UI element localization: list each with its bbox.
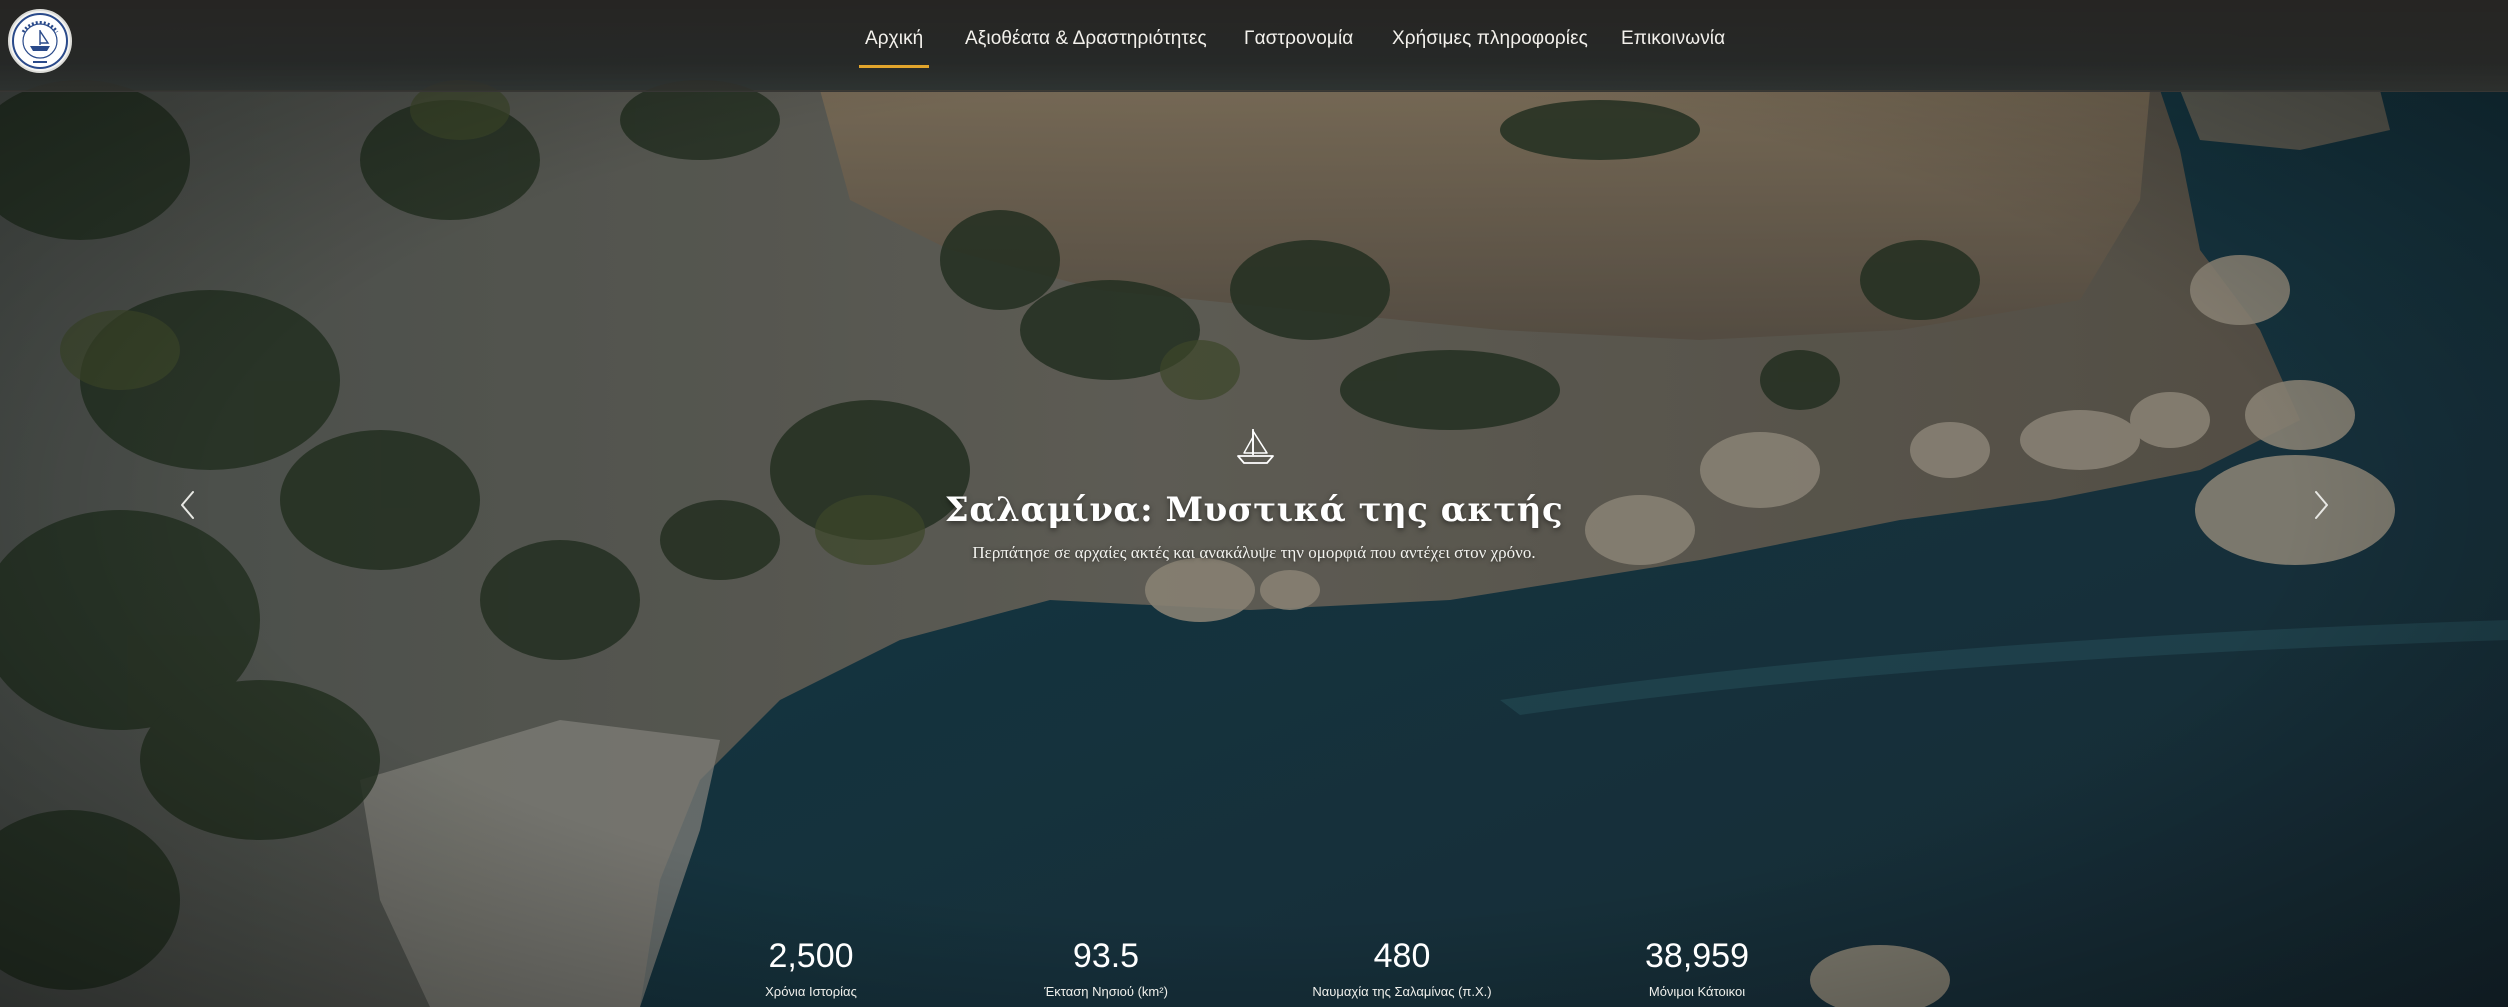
stat-label: Ναυμαχία της Σαλαμίνας (π.Χ.) bbox=[1312, 984, 1492, 999]
nav-item-contact[interactable]: Επικοινωνία bbox=[1621, 28, 1725, 68]
stat-island-area: 93.5 Έκταση Νησιού (km²) bbox=[976, 936, 1236, 999]
stat-history-years: 2,500 Χρόνια Ιστορίας bbox=[681, 936, 941, 999]
stat-label: Χρόνια Ιστορίας bbox=[765, 984, 857, 999]
stat-residents: 38,959 Μόνιμοι Κάτοικοι bbox=[1567, 936, 1827, 999]
slide-title: Σαλαμίνα: Μυστικά της ακτής bbox=[944, 490, 1564, 530]
nav-item-useful-info[interactable]: Χρήσιμες πληροφορίες bbox=[1392, 28, 1588, 68]
stat-value: 93.5 bbox=[1072, 937, 1140, 975]
nav-item-home[interactable]: Αρχική bbox=[858, 28, 930, 68]
stat-naval-battle: 480 Ναυμαχία της Σαλαμίνας (π.Χ.) bbox=[1272, 936, 1532, 999]
sailboat-icon bbox=[1237, 429, 1274, 464]
main-navigation: Αρχική Αξιοθέατα & Δραστηριότητες Γαστρο… bbox=[0, 0, 2508, 92]
nav-item-attractions[interactable]: Αξιοθέατα & Δραστηριότητες bbox=[965, 28, 1207, 68]
stat-label: Έκταση Νησιού (km²) bbox=[1044, 984, 1168, 999]
stat-value: 480 bbox=[1373, 937, 1431, 975]
stat-value: 38,959 bbox=[1645, 937, 1749, 975]
site-header: Αρχική Αξιοθέατα & Δραστηριότητες Γαστρο… bbox=[0, 0, 2508, 92]
stat-label: Μόνιμοι Κάτοικοι bbox=[1648, 984, 1746, 999]
slide-subtitle: Περπάτησε σε αρχαίες ακτές και ανακάλυψε… bbox=[972, 543, 1536, 562]
nav-item-gastronomy[interactable]: Γαστρονομία bbox=[1244, 28, 1353, 68]
stat-value: 2,500 bbox=[768, 937, 854, 975]
